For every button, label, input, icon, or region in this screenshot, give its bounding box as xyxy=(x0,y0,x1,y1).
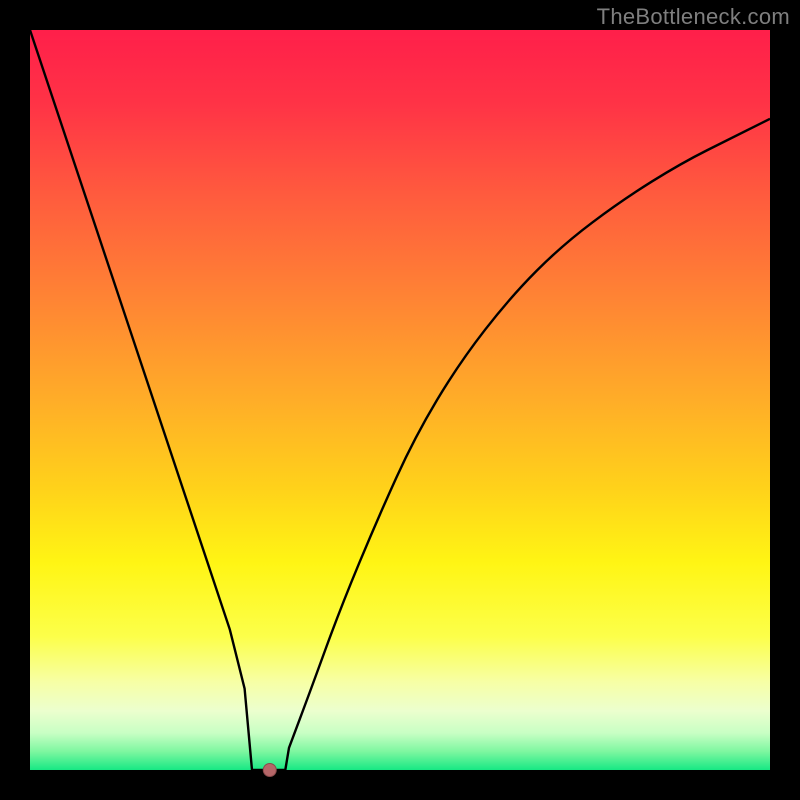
chart-canvas: TheBottleneck.com xyxy=(0,0,800,800)
optimal-point-marker xyxy=(263,764,276,777)
attribution-text: TheBottleneck.com xyxy=(597,4,790,30)
plot-background xyxy=(30,30,770,770)
bottleneck-chart xyxy=(0,0,800,800)
